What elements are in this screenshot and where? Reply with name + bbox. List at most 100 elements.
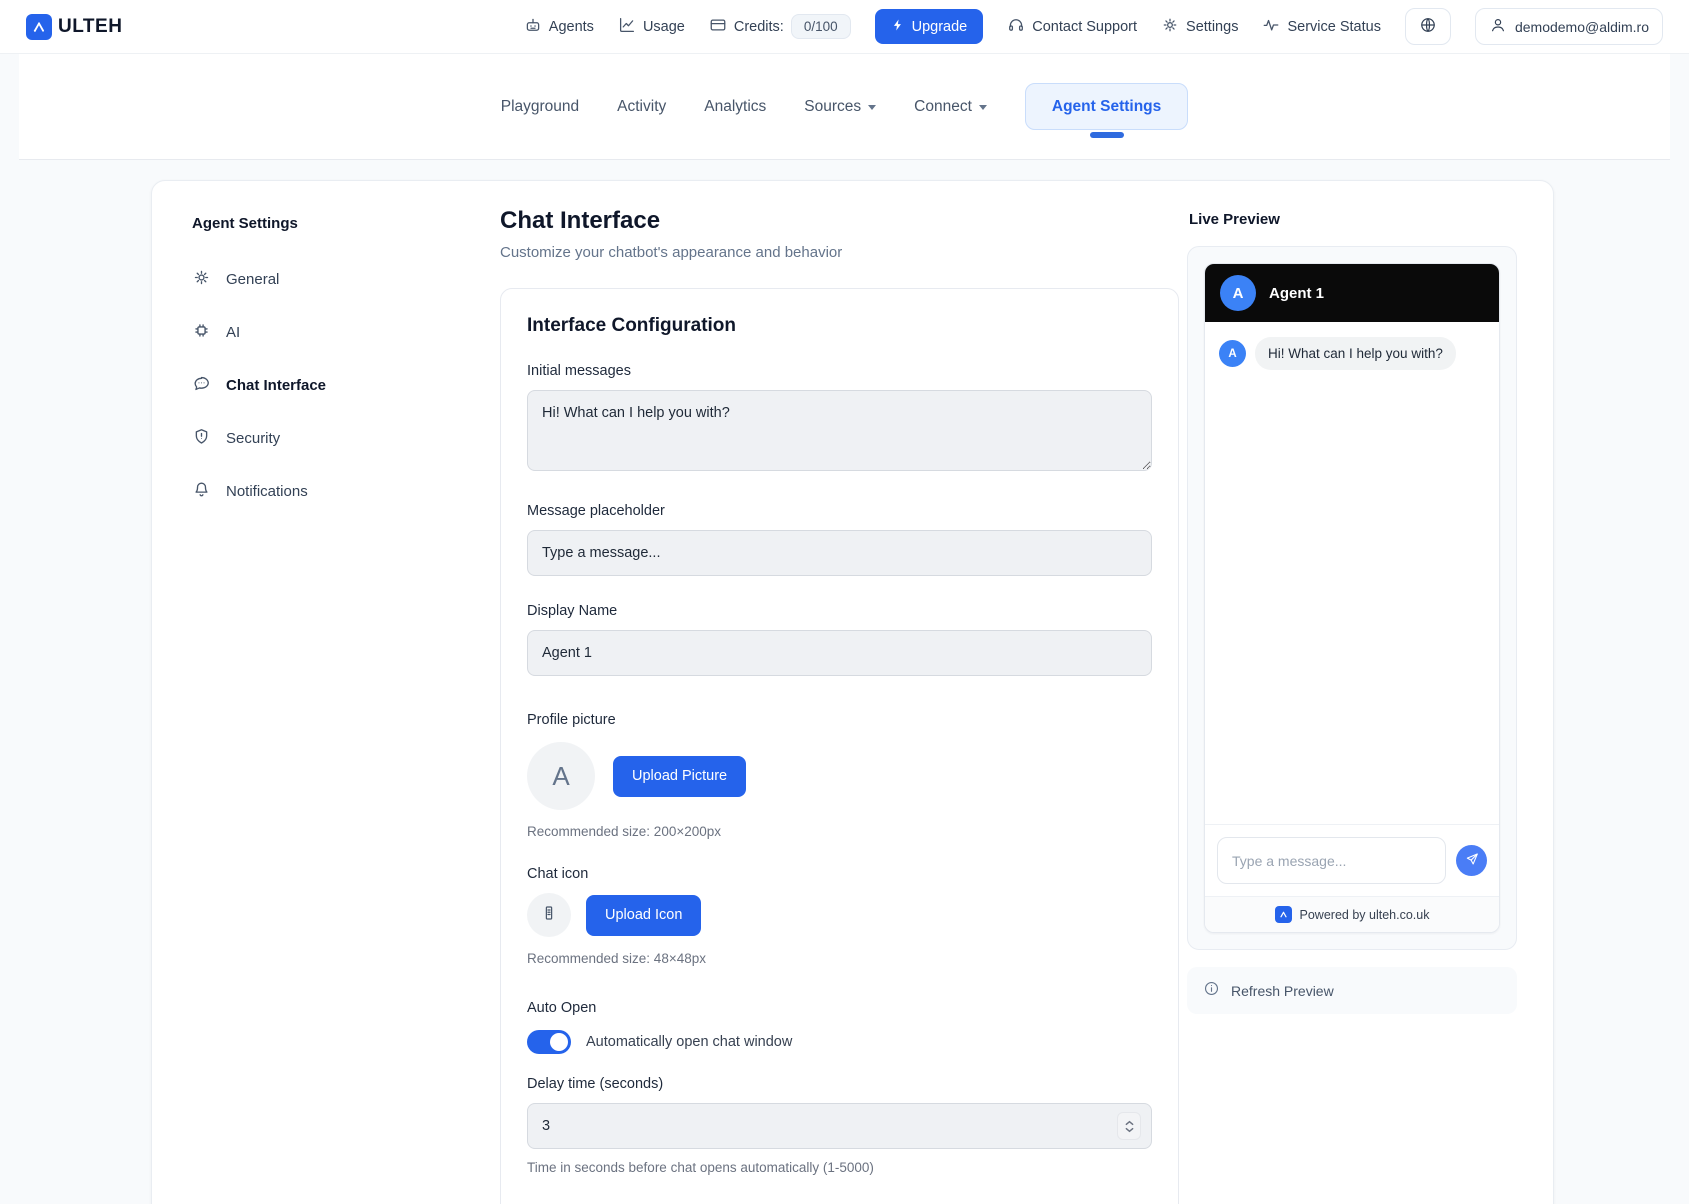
upload-icon-button[interactable]: Upload Icon	[586, 895, 701, 936]
account-menu-button[interactable]: demodemo@aldim.ro	[1475, 8, 1663, 45]
chat-widget-preview: A Agent 1 A Hi! What can I help you with…	[1204, 263, 1500, 933]
profile-avatar: A	[527, 742, 595, 810]
tab-analytics[interactable]: Analytics	[704, 98, 766, 116]
tab-sources[interactable]: Sources	[804, 98, 876, 116]
profile-picture-label: Profile picture	[527, 712, 1152, 728]
message-placeholder-label: Message placeholder	[527, 503, 1152, 519]
chat-interface-settings: Chat Interface Customize your chatbot's …	[500, 207, 1179, 1204]
user-icon	[1489, 16, 1507, 37]
number-stepper[interactable]	[1117, 1112, 1141, 1140]
powered-by-label[interactable]: Powered by ulteh.co.uk	[1300, 908, 1430, 922]
nav-usage-label: Usage	[643, 19, 685, 35]
sidebar-item-chat-interface[interactable]: Chat Interface	[192, 364, 478, 407]
chat-icon-preview	[527, 893, 571, 937]
sidebar-item-ai[interactable]: AI	[192, 311, 478, 354]
agent-message-bubble: Hi! What can I help you with?	[1255, 337, 1456, 370]
active-tab-indicator	[1090, 132, 1124, 138]
display-name-input[interactable]	[527, 630, 1152, 676]
message-placeholder-input[interactable]	[527, 530, 1152, 576]
initial-messages-label: Initial messages	[527, 363, 1152, 379]
initial-messages-group: Initial messages Hi! What can I help you…	[527, 363, 1152, 476]
nav-settings[interactable]: Settings	[1161, 16, 1238, 38]
profile-picture-group: Profile picture A Upload Picture Recomme…	[527, 712, 1152, 839]
sidebar-item-label: Chat Interface	[226, 377, 326, 394]
gear-icon	[1161, 16, 1179, 38]
nav-service-status[interactable]: Service Status	[1262, 16, 1381, 38]
bell-icon	[192, 480, 211, 503]
brand-logo[interactable]: ULTEH	[26, 14, 122, 40]
language-globe-button[interactable]	[1405, 8, 1451, 45]
refresh-preview-label: Refresh Preview	[1231, 983, 1334, 999]
chip-icon	[192, 321, 211, 344]
ulteh-logo-icon	[1275, 906, 1292, 923]
chevron-down-icon	[868, 105, 876, 110]
chat-message-input[interactable]	[1217, 837, 1446, 884]
send-button[interactable]	[1456, 845, 1487, 876]
sidebar-item-notifications[interactable]: Notifications	[192, 470, 478, 513]
sidebar-item-label: Notifications	[226, 483, 308, 500]
settings-label: Settings	[1186, 19, 1238, 35]
credit-card-icon	[709, 16, 727, 38]
gear-icon	[192, 268, 211, 291]
chat-icon-group: Chat icon Upload Icon Recommended size: …	[527, 866, 1152, 966]
document-lines-icon	[540, 904, 558, 927]
credits-indicator: Credits: 0/100	[709, 14, 851, 39]
live-preview-panel: Live Preview A Agent 1 A Hi! What can I …	[1187, 207, 1517, 1014]
sidebar-item-security[interactable]: Security	[192, 417, 478, 460]
delay-time-input[interactable]	[527, 1103, 1152, 1149]
top-nav-links: Agents Usage Credits: 0/100 Upgrade Cont…	[524, 8, 1663, 45]
credits-label: Credits:	[734, 19, 784, 35]
chevron-down-icon	[979, 105, 987, 110]
lightning-icon	[891, 18, 905, 36]
brand-name: ULTEH	[58, 16, 122, 38]
tab-activity[interactable]: Activity	[617, 98, 666, 116]
live-preview-title: Live Preview	[1189, 211, 1517, 228]
chat-widget-input-row	[1205, 824, 1499, 896]
initial-messages-textarea[interactable]: Hi! What can I help you with?	[527, 390, 1152, 471]
agent-tab-bar: Playground Activity Analytics Sources Co…	[19, 54, 1670, 160]
top-navbar: ULTEH Agents Usage Credits: 0/100 Upgrad…	[0, 0, 1689, 54]
nav-usage[interactable]: Usage	[618, 16, 685, 38]
section-title: Interface Configuration	[527, 315, 1152, 337]
nav-agents[interactable]: Agents	[524, 16, 594, 38]
auto-open-toggle[interactable]	[527, 1030, 571, 1054]
sidebar-item-general[interactable]: General	[192, 258, 478, 301]
chat-widget-body: A Hi! What can I help you with?	[1205, 322, 1499, 824]
pulse-icon	[1262, 16, 1280, 38]
agent-avatar: A	[1220, 275, 1256, 311]
auto-open-toggle-label: Automatically open chat window	[586, 1034, 792, 1050]
headset-icon	[1007, 16, 1025, 38]
display-name-group: Display Name	[527, 603, 1152, 676]
agent-name: Agent 1	[1269, 285, 1324, 302]
account-email: demodemo@aldim.ro	[1515, 19, 1649, 35]
tab-sources-label: Sources	[804, 98, 861, 116]
sidebar-item-label: AI	[226, 324, 240, 341]
delay-time-hint: Time in seconds before chat opens automa…	[527, 1160, 1152, 1175]
refresh-preview-button[interactable]: Refresh Preview	[1187, 967, 1517, 1014]
upgrade-button[interactable]: Upgrade	[875, 9, 984, 44]
chat-widget-header: A Agent 1	[1205, 264, 1499, 322]
settings-sidebar: Agent Settings General AI Chat Interface…	[178, 207, 478, 523]
upgrade-label: Upgrade	[912, 19, 968, 35]
upload-picture-button[interactable]: Upload Picture	[613, 756, 746, 797]
auto-open-group: Auto Open Automatically open chat window	[527, 1000, 1152, 1054]
tab-agent-settings[interactable]: Agent Settings	[1025, 83, 1188, 130]
globe-icon	[1419, 16, 1437, 37]
live-preview-card: A Agent 1 A Hi! What can I help you with…	[1187, 246, 1517, 950]
chat-bubble-icon	[192, 374, 211, 397]
chat-widget-footer: Powered by ulteh.co.uk	[1205, 896, 1499, 932]
nav-agents-label: Agents	[549, 19, 594, 35]
contact-support-label: Contact Support	[1032, 19, 1137, 35]
nav-contact-support[interactable]: Contact Support	[1007, 16, 1137, 38]
tab-playground[interactable]: Playground	[501, 98, 579, 116]
tab-agent-settings-wrap: Agent Settings	[1025, 98, 1188, 116]
tab-connect[interactable]: Connect	[914, 98, 987, 116]
delay-time-group: Delay time (seconds) Time in seconds bef…	[527, 1076, 1152, 1175]
info-icon	[1203, 980, 1220, 1002]
chart-icon	[618, 16, 636, 38]
display-name-label: Display Name	[527, 603, 1152, 619]
shield-icon	[192, 427, 211, 450]
robot-icon	[524, 16, 542, 38]
interface-configuration-card: Interface Configuration Initial messages…	[500, 288, 1179, 1204]
sidebar-title: Agent Settings	[192, 215, 478, 232]
